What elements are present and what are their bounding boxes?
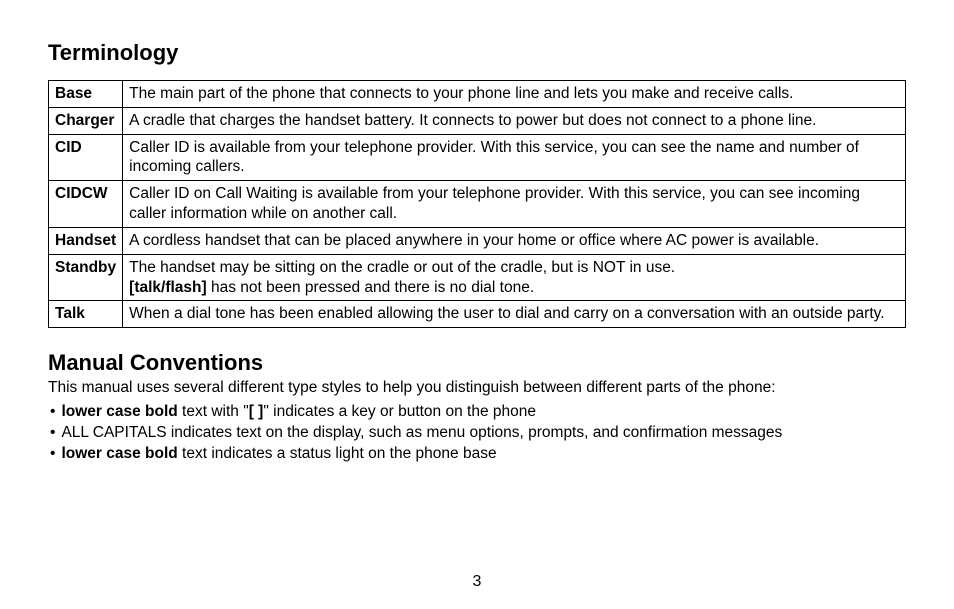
- definition-cell: The handset may be sitting on the cradle…: [123, 254, 906, 301]
- list-item: lower case bold text indicates a status …: [48, 444, 906, 465]
- definition-cell: A cordless handset that can be placed an…: [123, 227, 906, 254]
- conventions-list: lower case bold text with "[ ]" indicate…: [48, 402, 906, 465]
- term-cell: Talk: [49, 301, 123, 328]
- list-item: ALL CAPITALS indicates text on the displ…: [48, 423, 906, 444]
- table-row: CID Caller ID is available from your tel…: [49, 134, 906, 181]
- term-cell: Charger: [49, 107, 123, 134]
- table-row: Base The main part of the phone that con…: [49, 81, 906, 108]
- conventions-intro: This manual uses several different type …: [48, 378, 906, 398]
- table-row: CIDCW Caller ID on Call Waiting is avail…: [49, 181, 906, 228]
- definition-cell: The main part of the phone that connects…: [123, 81, 906, 108]
- terminology-heading: Terminology: [48, 40, 906, 66]
- term-cell: Base: [49, 81, 123, 108]
- definition-cell: Caller ID is available from your telepho…: [123, 134, 906, 181]
- term-cell: CIDCW: [49, 181, 123, 228]
- page-number: 3: [0, 573, 954, 591]
- definition-cell: A cradle that charges the handset batter…: [123, 107, 906, 134]
- term-cell: Standby: [49, 254, 123, 301]
- manual-page: Terminology Base The main part of the ph…: [0, 0, 954, 609]
- term-cell: CID: [49, 134, 123, 181]
- list-item: lower case bold text with "[ ]" indicate…: [48, 402, 906, 423]
- terminology-table: Base The main part of the phone that con…: [48, 80, 906, 328]
- definition-cell: Caller ID on Call Waiting is available f…: [123, 181, 906, 228]
- table-row: Talk When a dial tone has been enabled a…: [49, 301, 906, 328]
- table-row: Handset A cordless handset that can be p…: [49, 227, 906, 254]
- term-cell: Handset: [49, 227, 123, 254]
- definition-cell: When a dial tone has been enabled allowi…: [123, 301, 906, 328]
- conventions-heading: Manual Conventions: [48, 350, 906, 376]
- table-row: Standby The handset may be sitting on th…: [49, 254, 906, 301]
- table-row: Charger A cradle that charges the handse…: [49, 107, 906, 134]
